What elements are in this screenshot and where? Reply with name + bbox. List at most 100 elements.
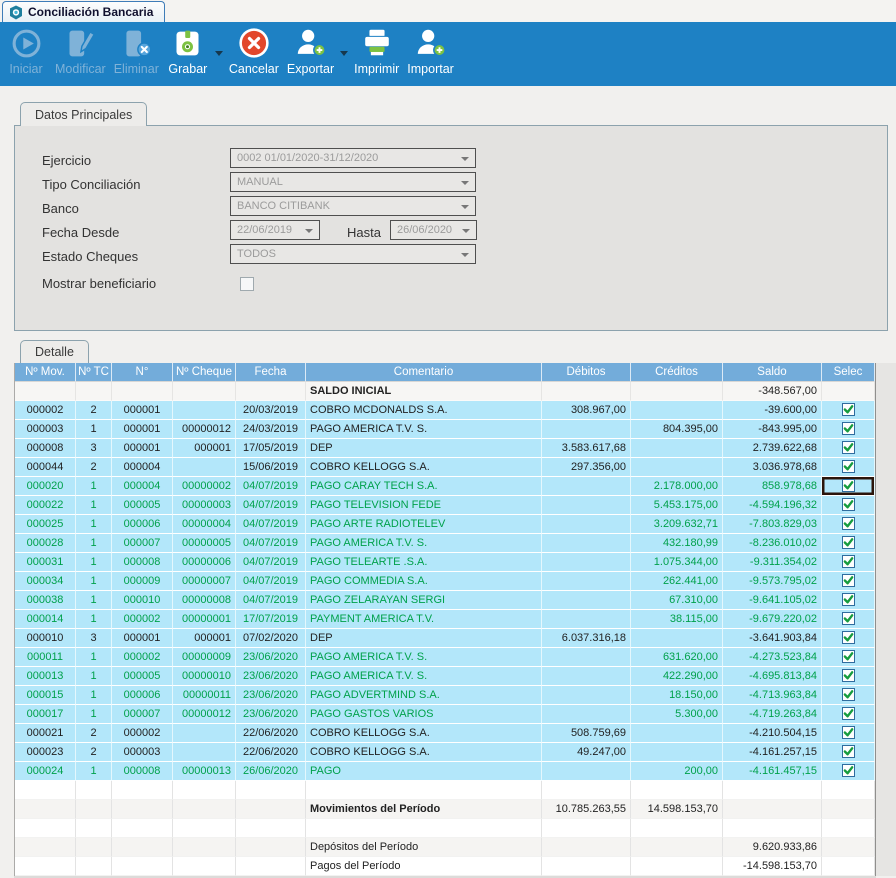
table-row[interactable]: 00001510000060000001123/06/2020PAGO ADVE… — [15, 686, 875, 705]
cell-deb — [542, 572, 631, 591]
row-checkbox[interactable] — [842, 650, 855, 663]
table-row[interactable]: 00003810000100000000804/07/2019PAGO ZELA… — [15, 591, 875, 610]
table-row[interactable]: 00002510000060000000404/07/2019PAGO ARTE… — [15, 515, 875, 534]
table-row[interactable]: 000008300000100000117/05/2019DEP3.583.61… — [15, 439, 875, 458]
row-checkbox[interactable] — [842, 631, 855, 644]
cell-saldo — [723, 800, 822, 819]
fecha-hasta-dropdown[interactable]: 26/06/2020 — [390, 220, 477, 240]
importar-button[interactable]: Importar — [403, 24, 458, 76]
cell-tc: 2 — [76, 401, 112, 420]
table-row[interactable]: 00002210000050000000304/07/2019PAGO TELE… — [15, 496, 875, 515]
cell-mov: 000021 — [15, 724, 76, 743]
row-checkbox[interactable] — [842, 726, 855, 739]
banco-dropdown[interactable]: BANCO CITIBANK — [230, 196, 476, 216]
row-checkbox[interactable] — [842, 764, 855, 777]
table-row[interactable]: 00002010000040000000204/07/2019PAGO CARA… — [15, 477, 875, 496]
cell-comentario: PAGO ADVERTMIND S.A. — [306, 686, 542, 705]
table-row[interactable]: 000021200000222/06/2020COBRO KELLOGG S.A… — [15, 724, 875, 743]
row-checkbox[interactable] — [842, 479, 855, 492]
table-row[interactable]: 00003110000080000000604/07/2019PAGO TELE… — [15, 553, 875, 572]
row-checkbox[interactable] — [842, 669, 855, 682]
cell-fecha — [236, 838, 306, 857]
cell-selec — [822, 781, 875, 800]
row-checkbox[interactable] — [842, 555, 855, 568]
row-checkbox[interactable] — [842, 593, 855, 606]
edit-icon — [64, 24, 97, 62]
print-icon — [360, 24, 394, 62]
exportar-button[interactable]: Exportar — [283, 24, 338, 76]
row-checkbox[interactable] — [842, 745, 855, 758]
row-checkbox[interactable] — [842, 460, 855, 473]
mostrar-beneficiario-checkbox[interactable] — [240, 277, 254, 291]
cell-cred: 38.115,00 — [631, 610, 723, 629]
table-row[interactable]: 00001110000020000000923/06/2020PAGO AMER… — [15, 648, 875, 667]
cell-n: 000005 — [112, 667, 173, 686]
tab-detalle[interactable]: Detalle — [20, 340, 89, 363]
fecha-desde-dropdown[interactable]: 22/06/2019 — [230, 220, 320, 240]
cell-n — [112, 819, 173, 838]
row-checkbox[interactable] — [842, 612, 855, 625]
table-row[interactable]: 00002810000070000000504/07/2019PAGO AMER… — [15, 534, 875, 553]
exportar-dropdown-caret[interactable] — [338, 51, 350, 56]
grabar-dropdown-caret[interactable] — [213, 51, 225, 56]
cell-selec — [822, 857, 875, 876]
cell-tc: 1 — [76, 648, 112, 667]
table-row[interactable]: 00001310000050000001023/06/2020PAGO AMER… — [15, 667, 875, 686]
row-checkbox[interactable] — [842, 517, 855, 530]
summary-row: Pagos del Período-14.598.153,70 — [15, 857, 875, 876]
cell-tc: 2 — [76, 458, 112, 477]
toolbar-button-label: Iniciar — [9, 62, 42, 76]
imprimir-button[interactable]: Imprimir — [350, 24, 403, 76]
modificar-button[interactable]: Modificar — [51, 24, 110, 76]
window-tab-strip: Conciliación Bancaria — [0, 0, 896, 22]
table-row[interactable]: 00001410000020000000117/07/2019PAYMENT A… — [15, 610, 875, 629]
tipo-conciliacion-dropdown[interactable]: MANUAL — [230, 172, 476, 192]
cell-tc — [76, 382, 112, 401]
cell-comentario: PAGO CARAY TECH S.A. — [306, 477, 542, 496]
cell-n: 000002 — [112, 648, 173, 667]
cell-tc: 1 — [76, 477, 112, 496]
cell-cheque: 00000001 — [173, 610, 236, 629]
row-checkbox[interactable] — [842, 707, 855, 720]
cell-tc: 1 — [76, 553, 112, 572]
vertical-scrollbar[interactable] — [876, 363, 896, 876]
table-row[interactable]: 00002410000080000001326/06/2020PAGO200,0… — [15, 762, 875, 781]
row-checkbox[interactable] — [842, 403, 855, 416]
table-row[interactable]: 00001710000070000001223/06/2020PAGO GAST… — [15, 705, 875, 724]
toolbar: Iniciar ModificarEliminarGrabarCancelarEx… — [0, 22, 896, 86]
table-row[interactable]: 00003410000090000000704/07/2019PAGO COMM… — [15, 572, 875, 591]
fecha-desde-value: 22/06/2019 — [237, 224, 292, 236]
cell-tc: 1 — [76, 572, 112, 591]
cell-deb — [542, 705, 631, 724]
cell-fecha: 23/06/2020 — [236, 648, 306, 667]
eliminar-button[interactable]: Eliminar — [110, 24, 163, 76]
row-checkbox[interactable] — [842, 536, 855, 549]
fecha-desde-label: Fecha Desde — [42, 223, 119, 243]
cell-n: 000001 — [112, 439, 173, 458]
cell-tc: 1 — [76, 591, 112, 610]
iniciar-button[interactable]: Iniciar — [1, 24, 51, 76]
table-row[interactable]: 00000310000010000001224/03/2019PAGO AMER… — [15, 420, 875, 439]
table-row[interactable]: 000044200000415/06/2019COBRO KELLOGG S.A… — [15, 458, 875, 477]
row-checkbox[interactable] — [842, 422, 855, 435]
table-row[interactable]: 000002200000120/03/2019COBRO MCDONALDS S… — [15, 401, 875, 420]
cell-n: 000007 — [112, 705, 173, 724]
cell-cred: 2.178.000,00 — [631, 477, 723, 496]
estado-cheques-dropdown[interactable]: TODOS — [230, 244, 476, 264]
tab-datos-principales[interactable]: Datos Principales — [20, 102, 147, 126]
row-checkbox[interactable] — [842, 441, 855, 454]
cell-selec — [822, 477, 875, 496]
table-row[interactable]: 000023200000322/06/2020COBRO KELLOGG S.A… — [15, 743, 875, 762]
table-row[interactable]: 000010300000100000107/02/2020DEP6.037.31… — [15, 629, 875, 648]
cancelar-button[interactable]: Cancelar — [225, 24, 283, 76]
row-checkbox[interactable] — [842, 688, 855, 701]
window-tab[interactable]: Conciliación Bancaria — [2, 1, 165, 22]
row-checkbox[interactable] — [842, 498, 855, 511]
cell-comentario: COBRO MCDONALDS S.A. — [306, 401, 542, 420]
ejercicio-dropdown[interactable]: 0002 01/01/2020-31/12/2020 — [230, 148, 476, 168]
grabar-button[interactable]: Grabar — [163, 24, 213, 76]
row-checkbox[interactable] — [842, 574, 855, 587]
cell-cheque — [173, 382, 236, 401]
banco-label: Banco — [42, 199, 79, 219]
cell-saldo: -843.995,00 — [723, 420, 822, 439]
